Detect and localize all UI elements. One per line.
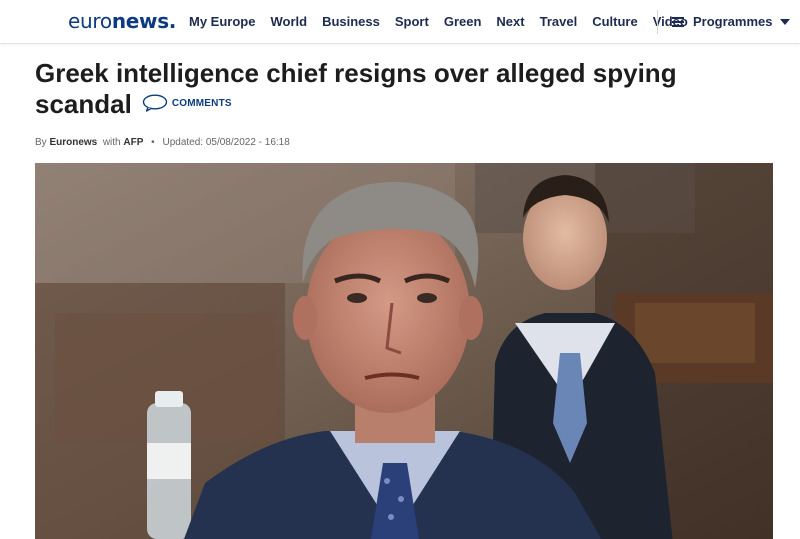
nav-item-world[interactable]: World [270, 14, 307, 29]
nav-item-my-europe[interactable]: My Europe [189, 14, 255, 29]
nav-item-next[interactable]: Next [496, 14, 524, 29]
nav-item-business[interactable]: Business [322, 14, 380, 29]
chevron-down-icon [780, 18, 791, 25]
article-headline: Greek intelligence chief resigns over al… [35, 58, 735, 122]
programmes-dropdown[interactable]: Programmes [672, 0, 791, 43]
nav-item-sport[interactable]: Sport [395, 14, 429, 29]
nav-item-green[interactable]: Green [444, 14, 482, 29]
programmes-label: Programmes [693, 14, 773, 29]
list-icon [672, 16, 684, 27]
comment-bubble-icon [142, 94, 168, 112]
nav-divider [657, 10, 658, 34]
byline-by: By [35, 137, 47, 148]
logo-text-euro: euro [68, 9, 112, 33]
nav-item-travel[interactable]: Travel [540, 14, 578, 29]
euronews-logo[interactable]: euronews. [68, 10, 176, 32]
top-navigation-bar: euronews. My Europe World Business Sport… [0, 0, 800, 44]
main-nav: My Europe World Business Sport Green Nex… [189, 0, 703, 43]
logo-text-news: news. [111, 9, 177, 33]
byline-updated: Updated: 05/08/2022 - 16:18 [162, 137, 290, 148]
byline-with: with [102, 137, 121, 148]
article-byline: By Euronews with AFP • Updated: 05/08/20… [35, 137, 290, 148]
article-title: Greek intelligence chief resigns over al… [35, 58, 677, 119]
comments-link[interactable]: COMMENTS [142, 88, 232, 119]
nav-item-culture[interactable]: Culture [592, 14, 638, 29]
article-hero-image [35, 163, 773, 539]
byline-separator: • [151, 137, 155, 148]
byline-agency: AFP [123, 137, 144, 148]
comments-label: COMMENTS [171, 97, 232, 109]
byline-author[interactable]: Euronews [49, 137, 97, 148]
hero-photo [35, 163, 773, 539]
